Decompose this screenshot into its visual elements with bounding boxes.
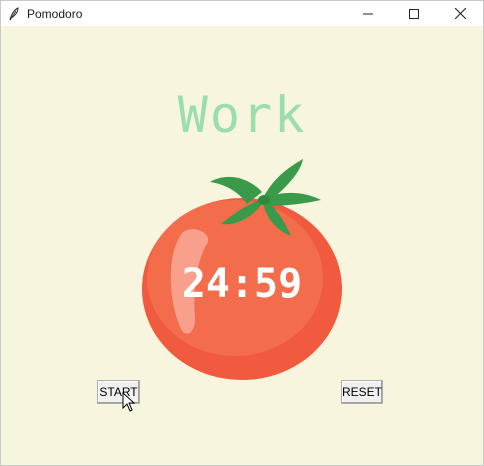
maximize-icon (409, 8, 419, 19)
close-button[interactable] (437, 1, 483, 26)
close-icon (454, 8, 466, 19)
window-title: Pomodoro (27, 6, 83, 21)
feather-icon (7, 6, 21, 21)
minimize-button[interactable] (345, 1, 391, 26)
mode-title: Work (177, 86, 307, 144)
title-bar[interactable]: Pomodoro (1, 1, 483, 26)
mouse-cursor-icon (122, 392, 136, 412)
minimize-icon (363, 9, 373, 19)
reset-button[interactable]: RESET (341, 380, 383, 404)
app-canvas: Work 24:59 START RESET (1, 26, 483, 465)
maximize-button[interactable] (391, 1, 437, 26)
pomodoro-window: Pomodoro Work 24:59 START RESET (0, 0, 484, 466)
timer-display: 24:59 (181, 261, 303, 307)
window-controls (345, 1, 483, 26)
